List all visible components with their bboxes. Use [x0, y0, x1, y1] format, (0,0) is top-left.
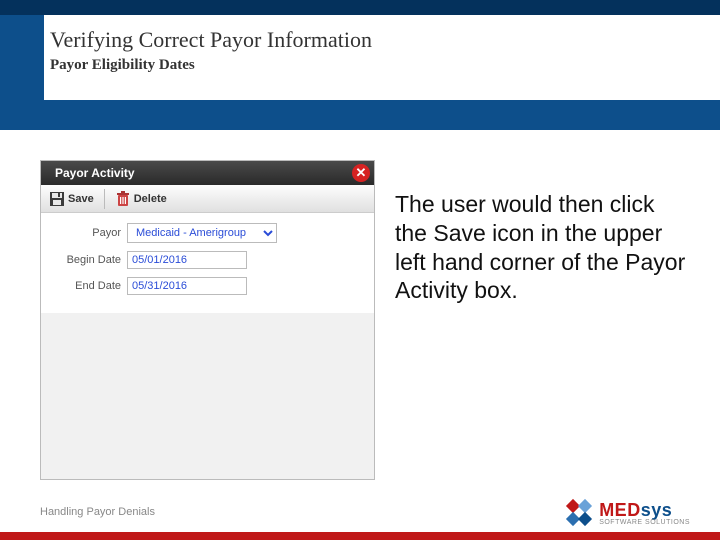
title-box: Verifying Correct Payor Information Payo… [44, 15, 720, 100]
toolbar-separator [104, 189, 105, 209]
header-stripe [34, 15, 44, 130]
logo: MEDsys SOFTWARE SOLUTIONS [567, 500, 690, 526]
logo-text: MEDsys SOFTWARE SOLUTIONS [599, 501, 690, 526]
header-band-dark [0, 0, 720, 15]
payor-select[interactable]: Medicaid - Amerigroup [127, 223, 277, 243]
payor-label: Payor [49, 227, 121, 239]
logo-main: MEDsys [599, 501, 690, 519]
begin-date-label: Begin Date [49, 254, 121, 266]
delete-label: Delete [134, 193, 167, 205]
panel-body: Payor Medicaid - Amerigroup Begin Date E… [41, 213, 374, 313]
panel-title: Payor Activity [55, 166, 135, 180]
row-payor: Payor Medicaid - Amerigroup [49, 223, 366, 243]
end-date-label: End Date [49, 280, 121, 292]
payor-activity-panel: Payor Activity ✕ Save Delete Payor [40, 160, 375, 480]
page-title: Verifying Correct Payor Information [50, 27, 716, 53]
content-area: Payor Activity ✕ Save Delete Payor [40, 160, 690, 480]
footer-bar [0, 532, 720, 540]
panel-titlebar: Payor Activity ✕ [41, 161, 374, 185]
delete-icon [115, 191, 131, 207]
panel-toolbar: Save Delete [41, 185, 374, 213]
begin-date-input[interactable] [127, 251, 247, 269]
row-begin-date: Begin Date [49, 251, 366, 269]
delete-button[interactable]: Delete [113, 189, 169, 209]
end-date-input[interactable] [127, 277, 247, 295]
save-label: Save [68, 193, 94, 205]
save-icon [49, 191, 65, 207]
row-end-date: End Date [49, 277, 366, 295]
footer: Handling Payor Denials MEDsys SOFTWARE S… [0, 492, 720, 540]
instruction-text: The user would then click the Save icon … [395, 160, 690, 480]
logo-mark-icon [567, 500, 593, 526]
save-button[interactable]: Save [47, 189, 96, 209]
logo-sub: SOFTWARE SOLUTIONS [599, 519, 690, 526]
page-subtitle: Payor Eligibility Dates [50, 57, 716, 74]
footer-text: Handling Payor Denials [40, 506, 155, 518]
close-icon: ✕ [356, 165, 367, 181]
close-button[interactable]: ✕ [352, 164, 370, 182]
